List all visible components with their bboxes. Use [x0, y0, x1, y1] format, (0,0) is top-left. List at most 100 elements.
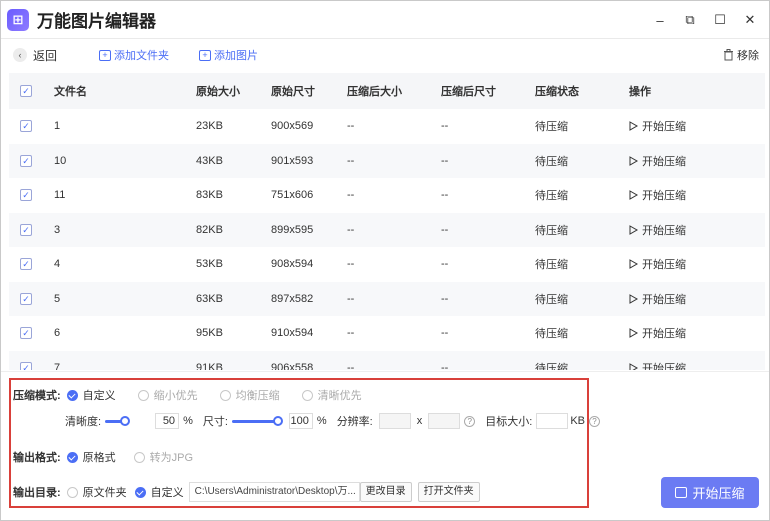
- mode-small-option[interactable]: 缩小优先: [137, 387, 198, 403]
- row-start-compress-button[interactable]: 开始压缩: [629, 187, 686, 203]
- table-row[interactable]: ✓ 10 43KB 901x593 -- -- 待压缩 开始压缩: [9, 143, 765, 178]
- row-start-compress-button[interactable]: 开始压缩: [629, 222, 686, 238]
- select-all-checkbox[interactable]: ✓: [20, 85, 32, 97]
- row-start-compress-button[interactable]: 开始压缩: [629, 360, 686, 370]
- dir-original-radio[interactable]: [66, 486, 78, 498]
- header-status: 压缩状态: [535, 86, 579, 98]
- close-button[interactable]: ✕: [737, 10, 763, 30]
- row-action-label: 开始压缩: [642, 155, 686, 168]
- row-checkbox[interactable]: ✓: [20, 223, 32, 236]
- size-input[interactable]: 100: [288, 413, 313, 429]
- cell-comp-dim: --: [441, 361, 449, 370]
- back-button[interactable]: ‹ 返回: [13, 47, 57, 64]
- row-checkbox[interactable]: ✓: [20, 292, 32, 305]
- row-checkbox[interactable]: ✓: [20, 258, 32, 271]
- resolution-height-input[interactable]: [428, 413, 461, 429]
- cell-orig-dim: 897x582: [271, 292, 314, 305]
- table-header: ✓ 文件名 原始大小 原始尺寸 压缩后大小 压缩后尺寸 压缩状态 操作: [9, 73, 765, 109]
- table-row[interactable]: ✓ 6 95KB 910x594 -- -- 待压缩 开始压缩: [9, 316, 765, 351]
- start-compress-button[interactable]: 开始压缩: [661, 477, 759, 508]
- start-compress-label: 开始压缩: [692, 486, 745, 501]
- add-folder-button[interactable]: + 添加文件夹: [99, 47, 169, 63]
- resolution-width-input[interactable]: [378, 413, 411, 429]
- row-start-compress-button[interactable]: 开始压缩: [629, 118, 686, 134]
- mode-balanced-radio[interactable]: [219, 389, 231, 401]
- format-jpg-option[interactable]: 转为JPG: [133, 449, 193, 465]
- cell-comp-dim: --: [441, 154, 449, 167]
- image-plus-icon: +: [199, 49, 212, 61]
- format-jpg-radio[interactable]: [133, 451, 145, 463]
- table-row[interactable]: ✓ 3 82KB 899x595 -- -- 待压缩 开始压缩: [9, 212, 765, 247]
- output-path-field[interactable]: C:\Users\Administrator\Desktop\万...: [188, 482, 360, 502]
- cell-status: 待压缩: [535, 259, 568, 272]
- clarity-slider-knob[interactable]: [120, 415, 131, 426]
- table-row[interactable]: ✓ 1 23KB 900x569 -- -- 待压缩 开始压缩: [9, 109, 765, 144]
- cell-status: 待压缩: [535, 224, 568, 237]
- open-folder-button[interactable]: 打开文件夹: [417, 482, 480, 502]
- play-icon: [629, 259, 638, 270]
- row-start-compress-button[interactable]: 开始压缩: [629, 291, 686, 307]
- remove-button[interactable]: 移除: [723, 47, 759, 63]
- header-comp-dim: 压缩后尺寸: [441, 86, 496, 98]
- cell-orig-dim: 899x595: [271, 223, 314, 236]
- cell-name: 1: [54, 120, 61, 133]
- row-start-compress-button[interactable]: 开始压缩: [629, 153, 686, 169]
- cell-name: 11: [54, 189, 66, 202]
- table-row[interactable]: ✓ 4 53KB 908x594 -- -- 待压缩 开始压缩: [9, 247, 765, 282]
- table-row[interactable]: ✓ 7 91KB 906x558 -- -- 待压缩 开始压缩: [9, 350, 765, 370]
- header-action: 操作: [629, 86, 651, 98]
- add-image-button[interactable]: + 添加图片: [199, 47, 258, 63]
- app-logo-icon: ⊞: [7, 8, 29, 31]
- cell-comp-size: --: [347, 361, 355, 370]
- change-dir-button[interactable]: 更改目录: [359, 482, 412, 502]
- dir-original-option[interactable]: 原文件夹: [66, 484, 127, 500]
- resolution-help-icon[interactable]: ?: [464, 415, 476, 427]
- cell-status: 待压缩: [535, 190, 568, 203]
- target-size-input[interactable]: [536, 413, 569, 429]
- row-start-compress-button[interactable]: 开始压缩: [629, 325, 686, 341]
- cell-orig-size: 82KB: [196, 223, 223, 236]
- cell-orig-size: 53KB: [196, 258, 223, 271]
- row-checkbox[interactable]: ✓: [20, 327, 32, 340]
- play-icon: [629, 155, 638, 166]
- restore-button[interactable]: ⧉: [677, 10, 703, 30]
- add-image-label: 添加图片: [214, 50, 259, 62]
- row-start-compress-button[interactable]: 开始压缩: [629, 256, 686, 272]
- target-size-unit: KB: [570, 415, 585, 427]
- dir-custom-label: 自定义: [150, 487, 184, 499]
- row-checkbox[interactable]: ✓: [20, 120, 32, 133]
- mode-small-radio[interactable]: [137, 389, 149, 401]
- cell-status: 待压缩: [535, 362, 568, 370]
- table-row[interactable]: ✓ 11 83KB 751x606 -- -- 待压缩 开始压缩: [9, 178, 765, 213]
- row-action-label: 开始压缩: [642, 362, 686, 370]
- mode-clarity-option[interactable]: 清晰优先: [301, 387, 362, 403]
- size-slider-knob[interactable]: [272, 415, 283, 426]
- toolbar: ‹ 返回 + 添加文件夹 + 添加图片 移除: [1, 39, 769, 71]
- dir-custom-radio[interactable]: [134, 486, 146, 498]
- size-slider[interactable]: [231, 415, 283, 426]
- mode-clarity-radio[interactable]: [301, 389, 313, 401]
- mode-custom-option[interactable]: 自定义: [66, 387, 116, 403]
- dir-custom-option[interactable]: 自定义: [134, 484, 184, 500]
- trash-icon: [724, 49, 733, 61]
- target-size-label: 目标大小:: [485, 416, 533, 428]
- format-original-option[interactable]: 原格式: [66, 449, 116, 465]
- row-checkbox[interactable]: ✓: [20, 361, 32, 370]
- app-title: 万能图片编辑器: [37, 12, 156, 31]
- clarity-input[interactable]: 50: [155, 413, 180, 429]
- table-row[interactable]: ✓ 5 63KB 897x582 -- -- 待压缩 开始压缩: [9, 281, 765, 316]
- row-checkbox[interactable]: ✓: [20, 189, 32, 202]
- format-original-radio[interactable]: [66, 451, 78, 463]
- target-size-help-icon[interactable]: ?: [589, 415, 600, 427]
- maximize-button[interactable]: ☐: [707, 10, 733, 30]
- clarity-label: 清晰度:: [65, 416, 102, 428]
- row-checkbox[interactable]: ✓: [20, 154, 32, 167]
- mode-custom-radio[interactable]: [66, 389, 78, 401]
- header-comp-size: 压缩后大小: [347, 86, 402, 98]
- minimize-button[interactable]: –: [647, 10, 673, 30]
- resolution-label: 分辨率:: [336, 416, 373, 428]
- mode-balanced-option[interactable]: 均衡压缩: [219, 387, 280, 403]
- cell-orig-size: 63KB: [196, 292, 223, 305]
- cell-name: 7: [54, 361, 61, 370]
- clarity-slider[interactable]: [105, 415, 131, 426]
